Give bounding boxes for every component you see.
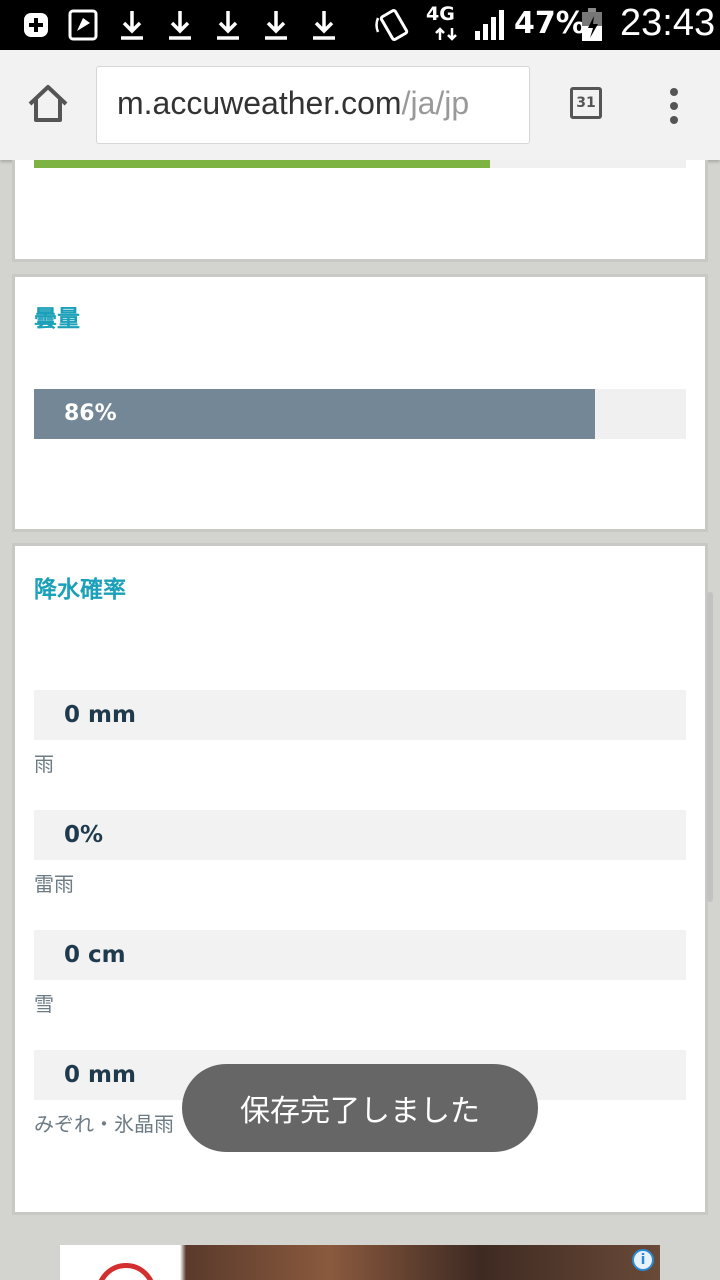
cloud-cover-bar-fill bbox=[34, 389, 595, 439]
snow-label: 雪 bbox=[34, 992, 54, 1016]
data-arrows-icon bbox=[432, 26, 460, 42]
precipitation-title: 降水確率 bbox=[34, 577, 126, 603]
thunderstorm-value-box: 0% bbox=[34, 810, 686, 860]
rain-value: 0 mm bbox=[64, 702, 136, 728]
cloud-cover-value: 86% bbox=[64, 401, 117, 426]
menu-button[interactable] bbox=[662, 86, 686, 126]
cloud-cover-title: 曇量 bbox=[34, 306, 80, 332]
page-scrollbar[interactable] bbox=[707, 592, 713, 902]
ad-info-icon[interactable]: i bbox=[632, 1249, 654, 1271]
more-vert-icon bbox=[670, 88, 678, 124]
download-icon bbox=[214, 8, 242, 42]
status-bar: 4G 47% 23:43 bbox=[0, 0, 720, 50]
advertisement-banner[interactable]: i bbox=[60, 1245, 660, 1280]
thunderstorm-value: 0% bbox=[64, 822, 104, 848]
home-button[interactable] bbox=[24, 80, 72, 130]
share-notification-icon bbox=[68, 8, 98, 42]
ad-logo-icon bbox=[96, 1263, 156, 1280]
cloud-cover-card: 曇量 86% bbox=[12, 274, 708, 532]
sleet-label: みぞれ・氷晶雨 bbox=[34, 1112, 174, 1136]
snow-value-box: 0 cm bbox=[34, 930, 686, 980]
clock: 23:43 bbox=[620, 2, 716, 44]
home-icon bbox=[28, 85, 68, 122]
battery-percent: 47% bbox=[514, 6, 586, 41]
tab-count: 31 bbox=[570, 87, 602, 119]
toast-message: 保存完了しました bbox=[182, 1064, 538, 1152]
download-icon bbox=[310, 8, 338, 42]
nfc-icon bbox=[374, 8, 412, 42]
signal-icon bbox=[472, 8, 508, 42]
previous-bar-track bbox=[34, 160, 686, 168]
previous-bar-fill bbox=[34, 160, 490, 168]
thunderstorm-label: 雷雨 bbox=[34, 872, 74, 896]
sleet-value: 0 mm bbox=[64, 1062, 136, 1088]
download-icon bbox=[262, 8, 290, 42]
add-notification-icon bbox=[22, 8, 50, 42]
snow-value: 0 cm bbox=[64, 942, 126, 968]
battery-icon bbox=[580, 8, 604, 42]
rain-label: 雨 bbox=[34, 752, 54, 776]
rain-value-box: 0 mm bbox=[34, 690, 686, 740]
previous-card bbox=[12, 160, 708, 262]
url-host: m.accuweather.com bbox=[117, 85, 402, 121]
browser-toolbar: m.accuweather.com/ja/jp 31 bbox=[0, 50, 720, 160]
download-icon bbox=[118, 8, 146, 42]
url-path: /ja/jp bbox=[401, 85, 470, 121]
tab-switcher-button[interactable]: 31 bbox=[570, 87, 606, 123]
download-icon bbox=[166, 8, 194, 42]
cloud-cover-bar-track: 86% bbox=[34, 389, 686, 439]
network-type: 4G bbox=[426, 3, 455, 25]
url-bar[interactable]: m.accuweather.com/ja/jp bbox=[96, 66, 530, 144]
